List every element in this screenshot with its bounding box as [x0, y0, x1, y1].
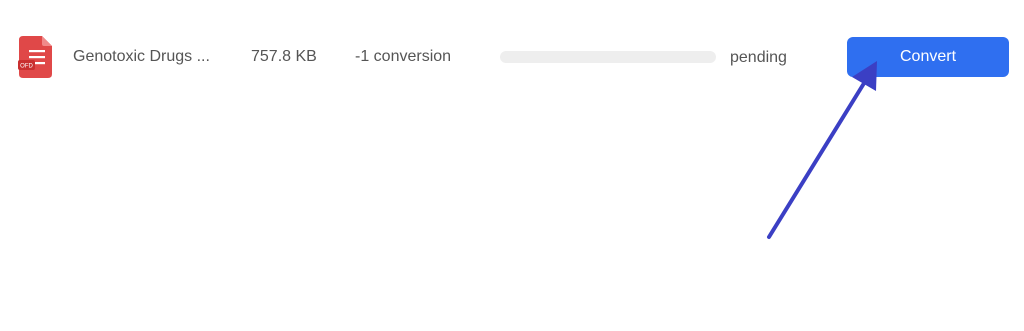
converter-page: OFD Genotoxic Drugs ... 757.8 KB -1 conv…	[0, 0, 1024, 331]
convert-button[interactable]: Convert	[847, 37, 1009, 77]
status-text: pending	[730, 49, 787, 66]
progress-bar	[500, 51, 716, 63]
pdf-file-icon: OFD	[18, 36, 54, 78]
file-size: 757.8 KB	[251, 48, 317, 65]
conversion-count: -1 conversion	[355, 48, 452, 65]
file-type-badge: OFD	[20, 64, 33, 70]
file-name: Genotoxic Drugs ...	[73, 48, 210, 65]
file-row: OFD Genotoxic Drugs ... 757.8 KB -1 conv…	[0, 0, 1024, 100]
